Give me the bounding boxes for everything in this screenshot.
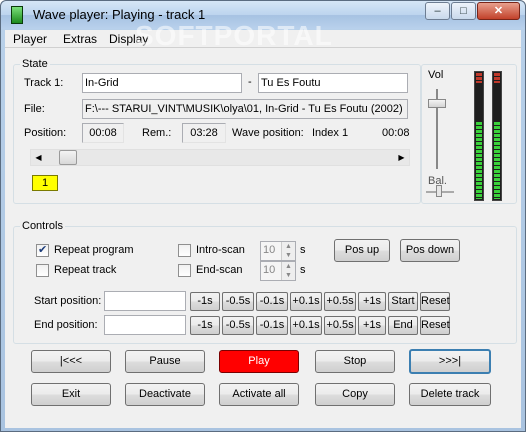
repeat-track-label: Repeat track (54, 264, 117, 276)
activate-all-button[interactable]: Activate all (219, 383, 299, 406)
step-button[interactable]: +1s (358, 292, 386, 311)
level-meter-right-fill (494, 122, 500, 199)
step-button[interactable]: -1s (190, 316, 220, 335)
step-button[interactable]: -0.5s (222, 292, 254, 311)
delete-track-button[interactable]: Delete track (409, 383, 491, 406)
state-legend: State (20, 58, 50, 70)
level-meter-left (474, 71, 484, 201)
artist-field[interactable]: In-Grid (82, 73, 242, 93)
track-number-badge[interactable]: 1 (32, 175, 58, 191)
artist-title-separator: - (248, 76, 252, 88)
start-set-button[interactable]: Start (388, 292, 418, 311)
step-button[interactable]: -1s (190, 292, 220, 311)
intro-scan-value: 10 (263, 244, 276, 256)
file-path-field[interactable]: F:\--- STARUI_VINT\MUSIK\olya\01, In-Gri… (82, 99, 408, 119)
intro-scan-label: Intro-scan (196, 244, 245, 256)
next-button[interactable]: >>>| (409, 349, 491, 374)
maximize-button[interactable]: □ (451, 2, 476, 20)
end-scan-label: End-scan (196, 264, 243, 276)
seek-bar[interactable]: ◀ ▶ (30, 149, 410, 166)
reset-button[interactable]: Reset (420, 316, 450, 335)
intro-seconds-unit: s (300, 244, 306, 256)
position-label: Position: (24, 127, 67, 139)
end-position-field[interactable] (104, 315, 186, 335)
level-meter-right-peak (494, 73, 500, 83)
step-button[interactable]: -0.1s (256, 292, 288, 311)
step-button[interactable]: +1s (358, 316, 386, 335)
previous-button[interactable]: |<<< (31, 350, 111, 373)
wave-time: 00:08 (382, 127, 410, 139)
main-window: Wave player: Playing - track 1 – □ ✕ Pla… (0, 0, 526, 432)
balance-slider[interactable] (436, 185, 442, 197)
wave-position-label: Wave position: (232, 127, 304, 139)
end-scan-checkbox[interactable] (178, 264, 191, 277)
intro-scan-checkbox[interactable] (178, 244, 191, 257)
exit-button[interactable]: Exit (31, 383, 111, 406)
repeat-program-label: Repeat program (54, 244, 134, 256)
track-label: Track 1: (24, 77, 64, 89)
end-scan-spinner[interactable]: 10 ▲ ▼ (260, 261, 296, 281)
reset-button[interactable]: Reset (420, 292, 450, 311)
volume-label: Vol (428, 69, 444, 81)
pause-button[interactable]: Pause (125, 350, 205, 373)
level-meter-left-peak (476, 73, 482, 83)
spin-up-icon[interactable]: ▲ (281, 262, 295, 271)
remaining-value: 03:28 (182, 123, 226, 143)
spin-down-icon[interactable]: ▼ (281, 251, 295, 260)
client-area: State Track 1: In-Grid - Tu Es Foutu Fil… (5, 48, 521, 428)
end-position-label: End position: (34, 319, 98, 331)
controls-group: Controls Repeat program Repeat track Int… (13, 220, 517, 344)
state-group: State Track 1: In-Grid - Tu Es Foutu Fil… (13, 58, 421, 204)
deactivate-button[interactable]: Deactivate (125, 383, 205, 406)
stop-button[interactable]: Stop (315, 350, 395, 373)
intro-scan-spinner[interactable]: 10 ▲ ▼ (260, 241, 296, 261)
seek-right-arrow-icon[interactable]: ▶ (394, 150, 409, 165)
pos-down-button[interactable]: Pos down (400, 239, 460, 262)
spin-down-icon[interactable]: ▼ (281, 271, 295, 280)
step-button[interactable]: +0.1s (290, 316, 322, 335)
step-button[interactable]: -0.1s (256, 316, 288, 335)
step-button[interactable]: -0.5s (222, 316, 254, 335)
title-field[interactable]: Tu Es Foutu (258, 73, 408, 93)
level-meter-left-fill (476, 122, 482, 199)
pos-up-button[interactable]: Pos up (334, 239, 390, 262)
repeat-track-checkbox[interactable] (36, 264, 49, 277)
controls-legend: Controls (20, 220, 65, 232)
seek-left-arrow-icon[interactable]: ◀ (31, 150, 46, 165)
start-position-label: Start position: (34, 295, 102, 307)
menu-player[interactable]: Player (13, 32, 47, 46)
position-value: 00:08 (82, 123, 124, 143)
app-icon (11, 6, 23, 24)
play-button[interactable]: Play (219, 350, 299, 373)
step-button[interactable]: +0.5s (324, 316, 356, 335)
seek-thumb[interactable] (59, 150, 78, 165)
level-meter-right (492, 71, 502, 201)
step-button[interactable]: +0.5s (324, 292, 356, 311)
copy-button[interactable]: Copy (315, 383, 395, 406)
end-set-button[interactable]: End (388, 316, 418, 335)
remaining-label: Rem.: (142, 127, 172, 139)
end-scan-value: 10 (263, 264, 276, 276)
repeat-program-checkbox[interactable] (36, 243, 49, 257)
wave-index: Index 1 (312, 127, 349, 139)
end-seconds-unit: s (300, 264, 306, 276)
menu-bar: Player Extras Display SOFTPORTAL (5, 20, 521, 51)
volume-slider[interactable] (428, 98, 446, 108)
spin-up-icon[interactable]: ▲ (281, 242, 295, 251)
menu-extras[interactable]: Extras (63, 32, 97, 46)
step-button[interactable]: +0.1s (290, 292, 322, 311)
volume-group: Vol Bal. (421, 64, 517, 204)
start-position-field[interactable] (104, 291, 186, 311)
minimize-button[interactable]: – (425, 2, 450, 20)
close-button[interactable]: ✕ (477, 2, 520, 20)
file-label: File: (24, 103, 45, 115)
